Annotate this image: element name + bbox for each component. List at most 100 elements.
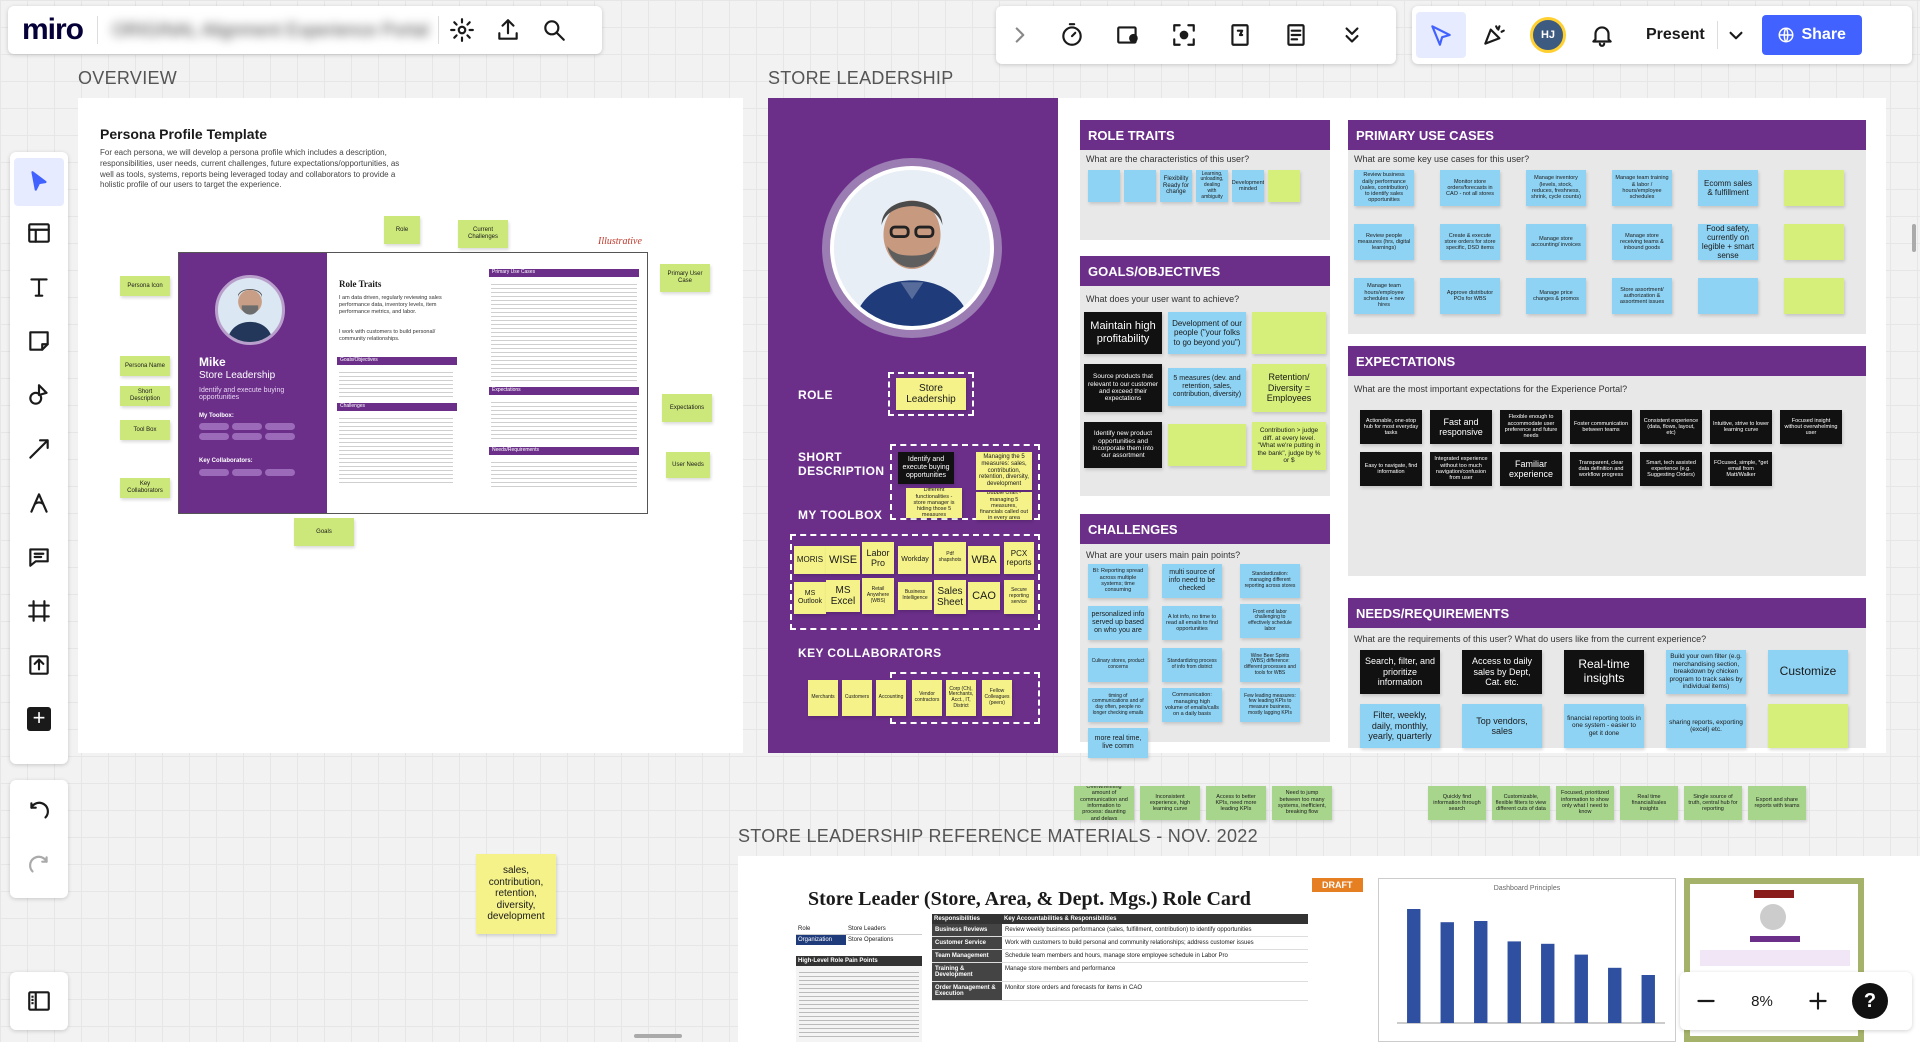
select-cursor-icon[interactable] xyxy=(14,158,64,206)
note-tool-box[interactable]: Tool Box xyxy=(120,420,170,440)
expectation-note[interactable]: Flexible enough to accommodate user pref… xyxy=(1500,410,1562,444)
challenge-note[interactable]: Communication: managing high volume of e… xyxy=(1162,688,1222,722)
toolbox-note[interactable]: Retail Anywhere (WBS) xyxy=(862,578,894,614)
goal-note[interactable]: Retention/ Diversity = Employees xyxy=(1252,364,1326,412)
primary-use-case-note[interactable]: Food safety, currently on legible + smar… xyxy=(1698,224,1758,260)
challenge-note[interactable]: personalized info served up based on who… xyxy=(1088,606,1148,640)
bottom-note-right[interactable]: Single source of truth, central hub for … xyxy=(1684,786,1742,820)
goal-note[interactable] xyxy=(1252,312,1326,354)
primary-use-case-note[interactable]: Ecomm sales & fulfillment xyxy=(1698,170,1758,206)
goal-note[interactable]: Contribution > judge diff. at every leve… xyxy=(1252,422,1326,470)
need-note[interactable]: Access to daily sales by Dept, Cat. etc. xyxy=(1462,650,1542,694)
undo-icon[interactable] xyxy=(11,785,67,839)
goal-note[interactable]: Development of our people ("your folks t… xyxy=(1168,312,1246,354)
collaborator-note[interactable]: Corp (Ch), Merchants, Acct., IT, Distric… xyxy=(946,680,976,716)
note-goals[interactable]: Goals xyxy=(294,518,354,546)
goal-note[interactable]: 5 measures (dev. and retention, sales, c… xyxy=(1168,368,1246,406)
note-short-description[interactable]: Short Description xyxy=(120,386,170,406)
dashboard-thumbnail[interactable]: Dashboard Principles xyxy=(1378,878,1676,1042)
horizontal-scrollbar[interactable] xyxy=(634,1034,682,1038)
challenge-note[interactable]: A lot info, no time to read all emails t… xyxy=(1162,606,1222,640)
note-persona-icon[interactable]: Persona Icon xyxy=(120,276,170,296)
expectation-note[interactable]: Fast and responsive xyxy=(1430,410,1492,444)
bottom-note-right[interactable]: Quickly find information through search xyxy=(1428,786,1486,820)
bottom-note-right[interactable]: Customizable, flexible filters to view d… xyxy=(1492,786,1550,820)
note-role[interactable]: Role xyxy=(384,216,420,244)
expectation-note[interactable]: Easy to navigate, find information xyxy=(1360,452,1422,486)
need-note[interactable]: Search, filter, and prioritize informati… xyxy=(1360,650,1440,694)
primary-use-case-note[interactable] xyxy=(1784,224,1844,260)
challenge-note[interactable]: more real time, live comm xyxy=(1088,728,1148,758)
pen-icon[interactable] xyxy=(11,476,67,530)
collaborator-note[interactable]: Vendor contractors xyxy=(912,680,942,716)
expectation-note[interactable]: Foster communication between teams xyxy=(1570,410,1632,444)
floating-sticky-note[interactable]: sales, contribution, retention, diversit… xyxy=(476,854,556,934)
celebrate-icon[interactable] xyxy=(1466,7,1522,63)
short-desc-note-3[interactable]: Different functionalities - store manage… xyxy=(906,488,962,518)
countdown-icon[interactable] xyxy=(1212,7,1268,63)
upload-icon[interactable] xyxy=(11,638,67,692)
comment-icon[interactable] xyxy=(11,530,67,584)
upload-export-icon[interactable] xyxy=(485,2,531,58)
expectation-note[interactable]: Focused insight without overwhelming use… xyxy=(1780,410,1842,444)
expectation-note[interactable]: Consistent experience (data, flows, layo… xyxy=(1640,410,1702,444)
help-button[interactable]: ? xyxy=(1852,983,1888,1019)
expectation-note[interactable]: Actionable, one-stop hub for most everyd… xyxy=(1360,410,1422,444)
bottom-note-left[interactable]: Inconsistent experience, high learning c… xyxy=(1140,786,1200,820)
bottom-note-left[interactable]: Overwhelming amount of communication and… xyxy=(1074,786,1134,820)
more-apps-plus-icon[interactable]: + xyxy=(11,692,67,746)
expectation-note[interactable]: Intuitive, strive to lower learning curv… xyxy=(1710,410,1772,444)
more-chevron-icon[interactable] xyxy=(1324,7,1380,63)
expectation-note[interactable]: Familiar experience xyxy=(1500,452,1562,486)
goal-note[interactable]: Source products that relevant to our cus… xyxy=(1084,364,1162,412)
toolbox-note[interactable]: CAO xyxy=(968,582,1000,610)
primary-use-case-note[interactable]: Manage team training & labor / hours/emp… xyxy=(1612,170,1672,206)
note-persona-name[interactable]: Persona Name xyxy=(120,356,170,376)
collaborator-note[interactable]: Accounting xyxy=(876,680,906,716)
primary-use-case-note[interactable]: Monitor store orders/forecasts in CAO - … xyxy=(1440,170,1500,206)
toolbox-note[interactable]: Workday xyxy=(898,546,932,574)
role-value-note[interactable]: Store Leadership xyxy=(896,378,966,410)
notes-icon[interactable] xyxy=(1268,7,1324,63)
role-traits-note-a[interactable] xyxy=(1088,170,1120,202)
primary-use-case-note[interactable] xyxy=(1784,278,1844,314)
templates-icon[interactable] xyxy=(11,206,67,260)
reactions-cursor-icon[interactable] xyxy=(1416,12,1466,58)
short-desc-note-4[interactable]: Bubble chart - managing 5 measures, fina… xyxy=(976,492,1032,520)
primary-use-case-note[interactable]: Approve distributor POs for WBS xyxy=(1440,278,1500,314)
zoom-level[interactable]: 8% xyxy=(1732,993,1792,1010)
primary-use-case-note[interactable]: Manage store receiving teams & inbound g… xyxy=(1612,224,1672,260)
toolbox-note[interactable]: PCX reports xyxy=(1004,542,1034,574)
zoom-out-button[interactable] xyxy=(1680,973,1732,1029)
expectation-note[interactable]: FOcused, simple, *get email from Matt/Wa… xyxy=(1710,452,1772,486)
toolbox-note[interactable]: MS Outlook xyxy=(794,582,826,614)
present-dropdown-chevron-icon[interactable] xyxy=(1718,7,1754,63)
redo-icon[interactable] xyxy=(11,839,67,893)
shapes-icon[interactable] xyxy=(11,368,67,422)
goal-note[interactable] xyxy=(1168,424,1246,466)
primary-use-case-note[interactable]: Create & execute store orders for store … xyxy=(1440,224,1500,260)
collaborator-note[interactable]: Merchants xyxy=(808,680,838,716)
need-note[interactable]: Top vendors, sales xyxy=(1462,704,1542,748)
primary-use-case-note[interactable]: Store assortment/ authorization & assort… xyxy=(1612,278,1672,314)
note-expectations[interactable]: Expectations xyxy=(662,394,712,422)
toolbox-note[interactable]: Sales Sheet xyxy=(934,580,966,614)
miro-logo[interactable]: miro xyxy=(8,13,97,47)
role-traits-note-3[interactable]: Development minded xyxy=(1232,170,1264,202)
need-note[interactable]: Real-time insights xyxy=(1564,650,1644,694)
short-desc-note-2[interactable]: Managing the 5 measures: sales, contribu… xyxy=(976,452,1032,490)
toolbox-note[interactable]: Pdf shapshots xyxy=(934,542,966,574)
bell-icon[interactable] xyxy=(1574,7,1630,63)
chevron-right-icon[interactable] xyxy=(996,7,1044,63)
bottom-note-right[interactable]: Focused, prioritized information to show… xyxy=(1556,786,1614,820)
toolbox-note[interactable]: WBA xyxy=(968,546,1000,574)
toolbox-note[interactable]: Secure reporting service xyxy=(1004,580,1034,614)
expectation-note[interactable]: Integrated experience without too much n… xyxy=(1430,452,1492,486)
challenge-note[interactable]: Wine Beer Spirits (WBS) difference: diff… xyxy=(1240,648,1300,682)
need-note[interactable]: sharing reports, exporting (excel) etc. xyxy=(1666,704,1746,748)
collaborator-note[interactable]: Fellow Colleagues (peers) xyxy=(982,680,1012,716)
toolbox-note[interactable]: Labor Pro xyxy=(862,542,894,574)
note-primary-use-case[interactable]: Primary User Case xyxy=(660,264,710,292)
need-note[interactable] xyxy=(1768,704,1848,748)
bottom-note-right[interactable]: Real time financial/sales insights xyxy=(1620,786,1678,820)
